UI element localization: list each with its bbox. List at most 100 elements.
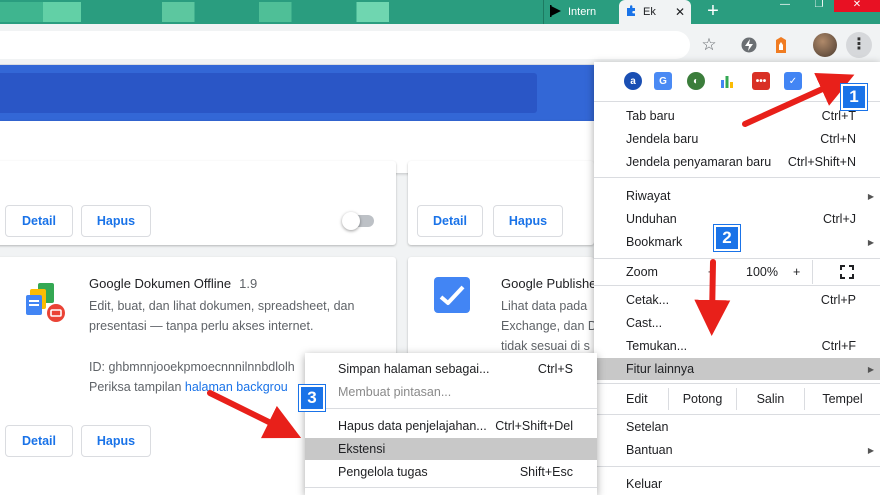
detail-button[interactable]: Detail — [5, 425, 73, 457]
extension-description: Edit, buat, dan lihat dokumen, spreadshe… — [89, 296, 354, 336]
globe-icon[interactable]: ◐ — [687, 72, 705, 90]
step-badge-1: 1 — [840, 83, 868, 111]
avatar[interactable] — [813, 33, 837, 57]
menu-item-find[interactable]: Temukan... Ctrl+F — [594, 335, 880, 357]
google-translate-icon[interactable]: G — [654, 72, 672, 90]
lightning-icon[interactable] — [738, 34, 760, 56]
chrome-main-menu: a G ◐ ••• ✓ Tab baru Ctrl+T Jendela baru C… — [594, 62, 880, 495]
menu-label: Tab baru — [626, 109, 675, 123]
menu-item-exit[interactable]: Keluar — [594, 473, 880, 495]
enable-toggle[interactable] — [342, 212, 374, 230]
submenu-arrow-icon: ▶ — [867, 445, 874, 455]
zoom-in-button[interactable]: + — [793, 265, 800, 279]
extension-icons-row: a G ◐ ••• ✓ — [594, 72, 880, 92]
menu-label: Cetak... — [626, 293, 670, 307]
menu-label: Jendela penyamaran baru — [626, 155, 772, 169]
bar-chart-icon[interactable] — [718, 72, 736, 90]
menu-shortcut: Ctrl+Shift+Del — [495, 419, 573, 433]
address-bar[interactable] — [0, 31, 690, 59]
tab-extensions[interactable]: Ek ✕ — [619, 0, 691, 24]
close-window-button[interactable]: ✕ — [834, 0, 880, 12]
browser-toolbar: ☆ ⋮ — [0, 24, 880, 65]
extension-name: Google Publishe — [501, 276, 597, 291]
menu-item-print[interactable]: Cetak... Ctrl+P — [594, 289, 880, 311]
blurred-tab-area — [0, 2, 540, 22]
page-header-bar — [0, 65, 594, 121]
checkmark-chart-icon — [434, 277, 470, 316]
kebab-menu-icon[interactable]: ⋮ — [846, 32, 872, 58]
submenu-item-task-manager[interactable]: Pengelola tugas Shift+Esc — [305, 461, 597, 483]
tab-strip: Intern Ek ✕ + — ❐ ✕ — [0, 0, 880, 24]
menu-shortcut: Ctrl+Shift+N — [787, 155, 856, 169]
menu-item-cast[interactable]: Cast... — [594, 312, 880, 334]
menu-label: Unduhan — [626, 212, 677, 226]
submenu-item-clear-browsing-data[interactable]: Hapus data penjelajahan... Ctrl+Shift+Del — [305, 415, 597, 437]
menu-label: Pengelola tugas — [338, 465, 428, 479]
menu-label: Membuat pintasan... — [338, 385, 452, 399]
menu-label: Ekstensi — [338, 442, 386, 456]
submenu-arrow-icon: ▶ — [867, 237, 874, 247]
extension-card: Detail Hapus — [408, 161, 594, 245]
menu-shortcut: Shift+Esc — [519, 465, 573, 479]
menu-label: Zoom — [626, 265, 658, 279]
menu-label: Simpan halaman sebagai... — [338, 362, 490, 376]
copy-button[interactable]: Salin — [736, 388, 804, 410]
menu-item-settings[interactable]: Setelan — [594, 416, 880, 438]
description-line: Exchange, dan D — [501, 319, 597, 333]
detail-button[interactable]: Detail — [417, 205, 483, 237]
tab-internet[interactable]: Intern — [543, 0, 619, 24]
description-line: Edit, buat, dan lihat dokumen, spreadshe… — [89, 299, 355, 313]
publisher-extension-icon[interactable]: ✓ — [784, 72, 802, 90]
zoom-out-button[interactable]: − — [708, 265, 715, 279]
more-tools-submenu: Simpan halaman sebagai... Ctrl+S Membuat … — [305, 353, 597, 495]
remove-button[interactable]: Hapus — [81, 205, 151, 237]
menu-separator — [594, 285, 880, 286]
star-icon[interactable]: ☆ — [698, 34, 720, 56]
menu-item-history[interactable]: Riwayat ▶ — [594, 185, 880, 207]
google-docs-offline-icon — [24, 281, 68, 328]
extension-fire-icon[interactable] — [770, 34, 792, 56]
menu-separator — [305, 408, 597, 409]
menu-shortcut: Ctrl+T — [821, 109, 856, 123]
amazon-assistant-icon[interactable]: a — [624, 72, 642, 90]
menu-shortcut: Ctrl+F — [821, 339, 856, 353]
submenu-item-save-page[interactable]: Simpan halaman sebagai... Ctrl+S — [305, 358, 597, 380]
menu-label: Fitur lainnya — [626, 362, 695, 376]
menu-separator — [594, 414, 880, 415]
menu-label: Bookmark — [626, 235, 683, 249]
inspect-views: Periksa tampilan halaman backgrou — [89, 377, 288, 397]
edit-label: Edit — [626, 392, 648, 406]
new-tab-button[interactable]: + — [702, 0, 724, 24]
menu-item-help[interactable]: Bantuan ▶ — [594, 439, 880, 461]
paste-button[interactable]: Tempel — [804, 388, 880, 410]
menu-item-more-tools[interactable]: Fitur lainnya ▶ — [594, 358, 880, 380]
remove-button[interactable]: Hapus — [493, 205, 563, 237]
menu-item-new-window[interactable]: Jendela baru Ctrl+N — [594, 128, 880, 150]
fullscreen-icon[interactable] — [840, 265, 854, 282]
cut-button[interactable]: Potong — [668, 388, 736, 410]
submenu-arrow-icon: ▶ — [867, 191, 874, 201]
close-tab-icon[interactable]: ✕ — [675, 5, 685, 19]
extension-description: Lihat data pada Exchange, dan D tidak se… — [501, 296, 597, 356]
menu-item-incognito[interactable]: Jendela penyamaran baru Ctrl+Shift+N — [594, 151, 880, 173]
menu-label: Hapus data penjelajahan... — [338, 419, 487, 433]
description-line: presentasi — tanpa perlu akses internet. — [89, 319, 314, 333]
remove-button[interactable]: Hapus — [81, 425, 151, 457]
menu-label: Keluar — [626, 477, 663, 491]
submenu-item-extensions[interactable]: Ekstensi — [305, 438, 597, 460]
extension-title: Google Dokumen Offline 1.9 — [89, 276, 257, 291]
background-page-link[interactable]: halaman backgrou — [185, 380, 288, 394]
submenu-item-create-shortcut: Membuat pintasan... — [305, 381, 597, 403]
menu-label: Bantuan — [626, 443, 673, 457]
minimize-button[interactable]: — — [770, 0, 800, 12]
search-extensions-field[interactable] — [0, 73, 537, 113]
menu-shortcut: Ctrl+S — [537, 362, 573, 376]
menu-item-new-tab[interactable]: Tab baru Ctrl+T — [594, 105, 880, 127]
maximize-button[interactable]: ❐ — [804, 0, 834, 12]
menu-separator — [305, 487, 597, 488]
detail-button[interactable]: Detail — [5, 205, 73, 237]
more-dots-extension-icon[interactable]: ••• — [752, 72, 770, 90]
inspect-label: Periksa tampilan — [89, 380, 185, 394]
submenu-arrow-icon: ▶ — [867, 364, 874, 374]
tab-label: Ek — [643, 6, 656, 18]
